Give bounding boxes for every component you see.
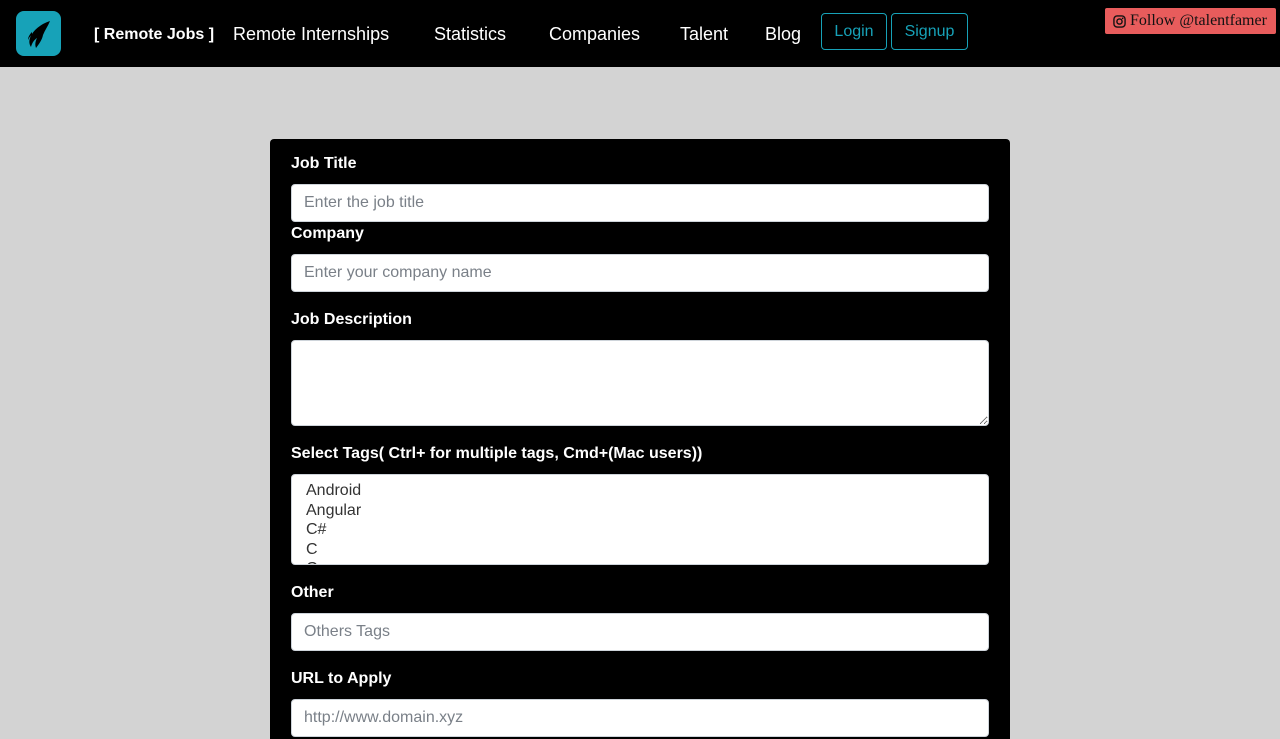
instagram-icon bbox=[1113, 14, 1126, 28]
url-to-apply-input[interactable] bbox=[291, 699, 989, 737]
select-tags-label: Select Tags( Ctrl+ for multiple tags, Cm… bbox=[291, 445, 703, 462]
job-description-textarea[interactable] bbox=[291, 340, 989, 426]
logo[interactable] bbox=[16, 11, 61, 56]
company-label: Company bbox=[291, 225, 364, 242]
post-job-form: Job Title Company Job Description Select… bbox=[270, 139, 1010, 739]
company-input[interactable] bbox=[291, 254, 989, 292]
tag-option[interactable]: Android bbox=[306, 481, 974, 501]
job-title-label: Job Title bbox=[291, 155, 357, 172]
nav-link-blog[interactable]: Blog bbox=[765, 22, 801, 46]
tag-option[interactable]: Angular bbox=[306, 501, 974, 521]
tag-option[interactable]: C bbox=[306, 559, 974, 564]
top-navbar: [ Remote Jobs ] Remote Internships Stati… bbox=[0, 0, 1280, 67]
login-button[interactable]: Login bbox=[821, 13, 887, 50]
signup-button[interactable]: Signup bbox=[891, 13, 968, 50]
feather-flame-icon bbox=[27, 20, 50, 48]
nav-link-remote-jobs[interactable]: [ Remote Jobs ] bbox=[94, 23, 214, 47]
nav-link-companies[interactable]: Companies bbox=[549, 22, 640, 46]
job-description-label: Job Description bbox=[291, 311, 412, 328]
nav-link-remote-internships[interactable]: Remote Internships bbox=[233, 22, 389, 46]
nav-link-talent[interactable]: Talent bbox=[680, 22, 728, 46]
tag-option[interactable]: C# bbox=[306, 520, 974, 540]
nav-link-statistics[interactable]: Statistics bbox=[434, 22, 506, 46]
tags-multiselect[interactable]: Android Angular C# C C bbox=[291, 474, 989, 565]
tag-option[interactable]: C bbox=[306, 540, 974, 560]
follow-label: Follow @talentfamer bbox=[1130, 12, 1267, 29]
other-tags-input[interactable] bbox=[291, 613, 989, 651]
other-tags-label: Other bbox=[291, 584, 334, 601]
job-title-input[interactable] bbox=[291, 184, 989, 222]
url-to-apply-label: URL to Apply bbox=[291, 670, 392, 687]
follow-instagram-button[interactable]: Follow @talentfamer bbox=[1105, 8, 1276, 34]
